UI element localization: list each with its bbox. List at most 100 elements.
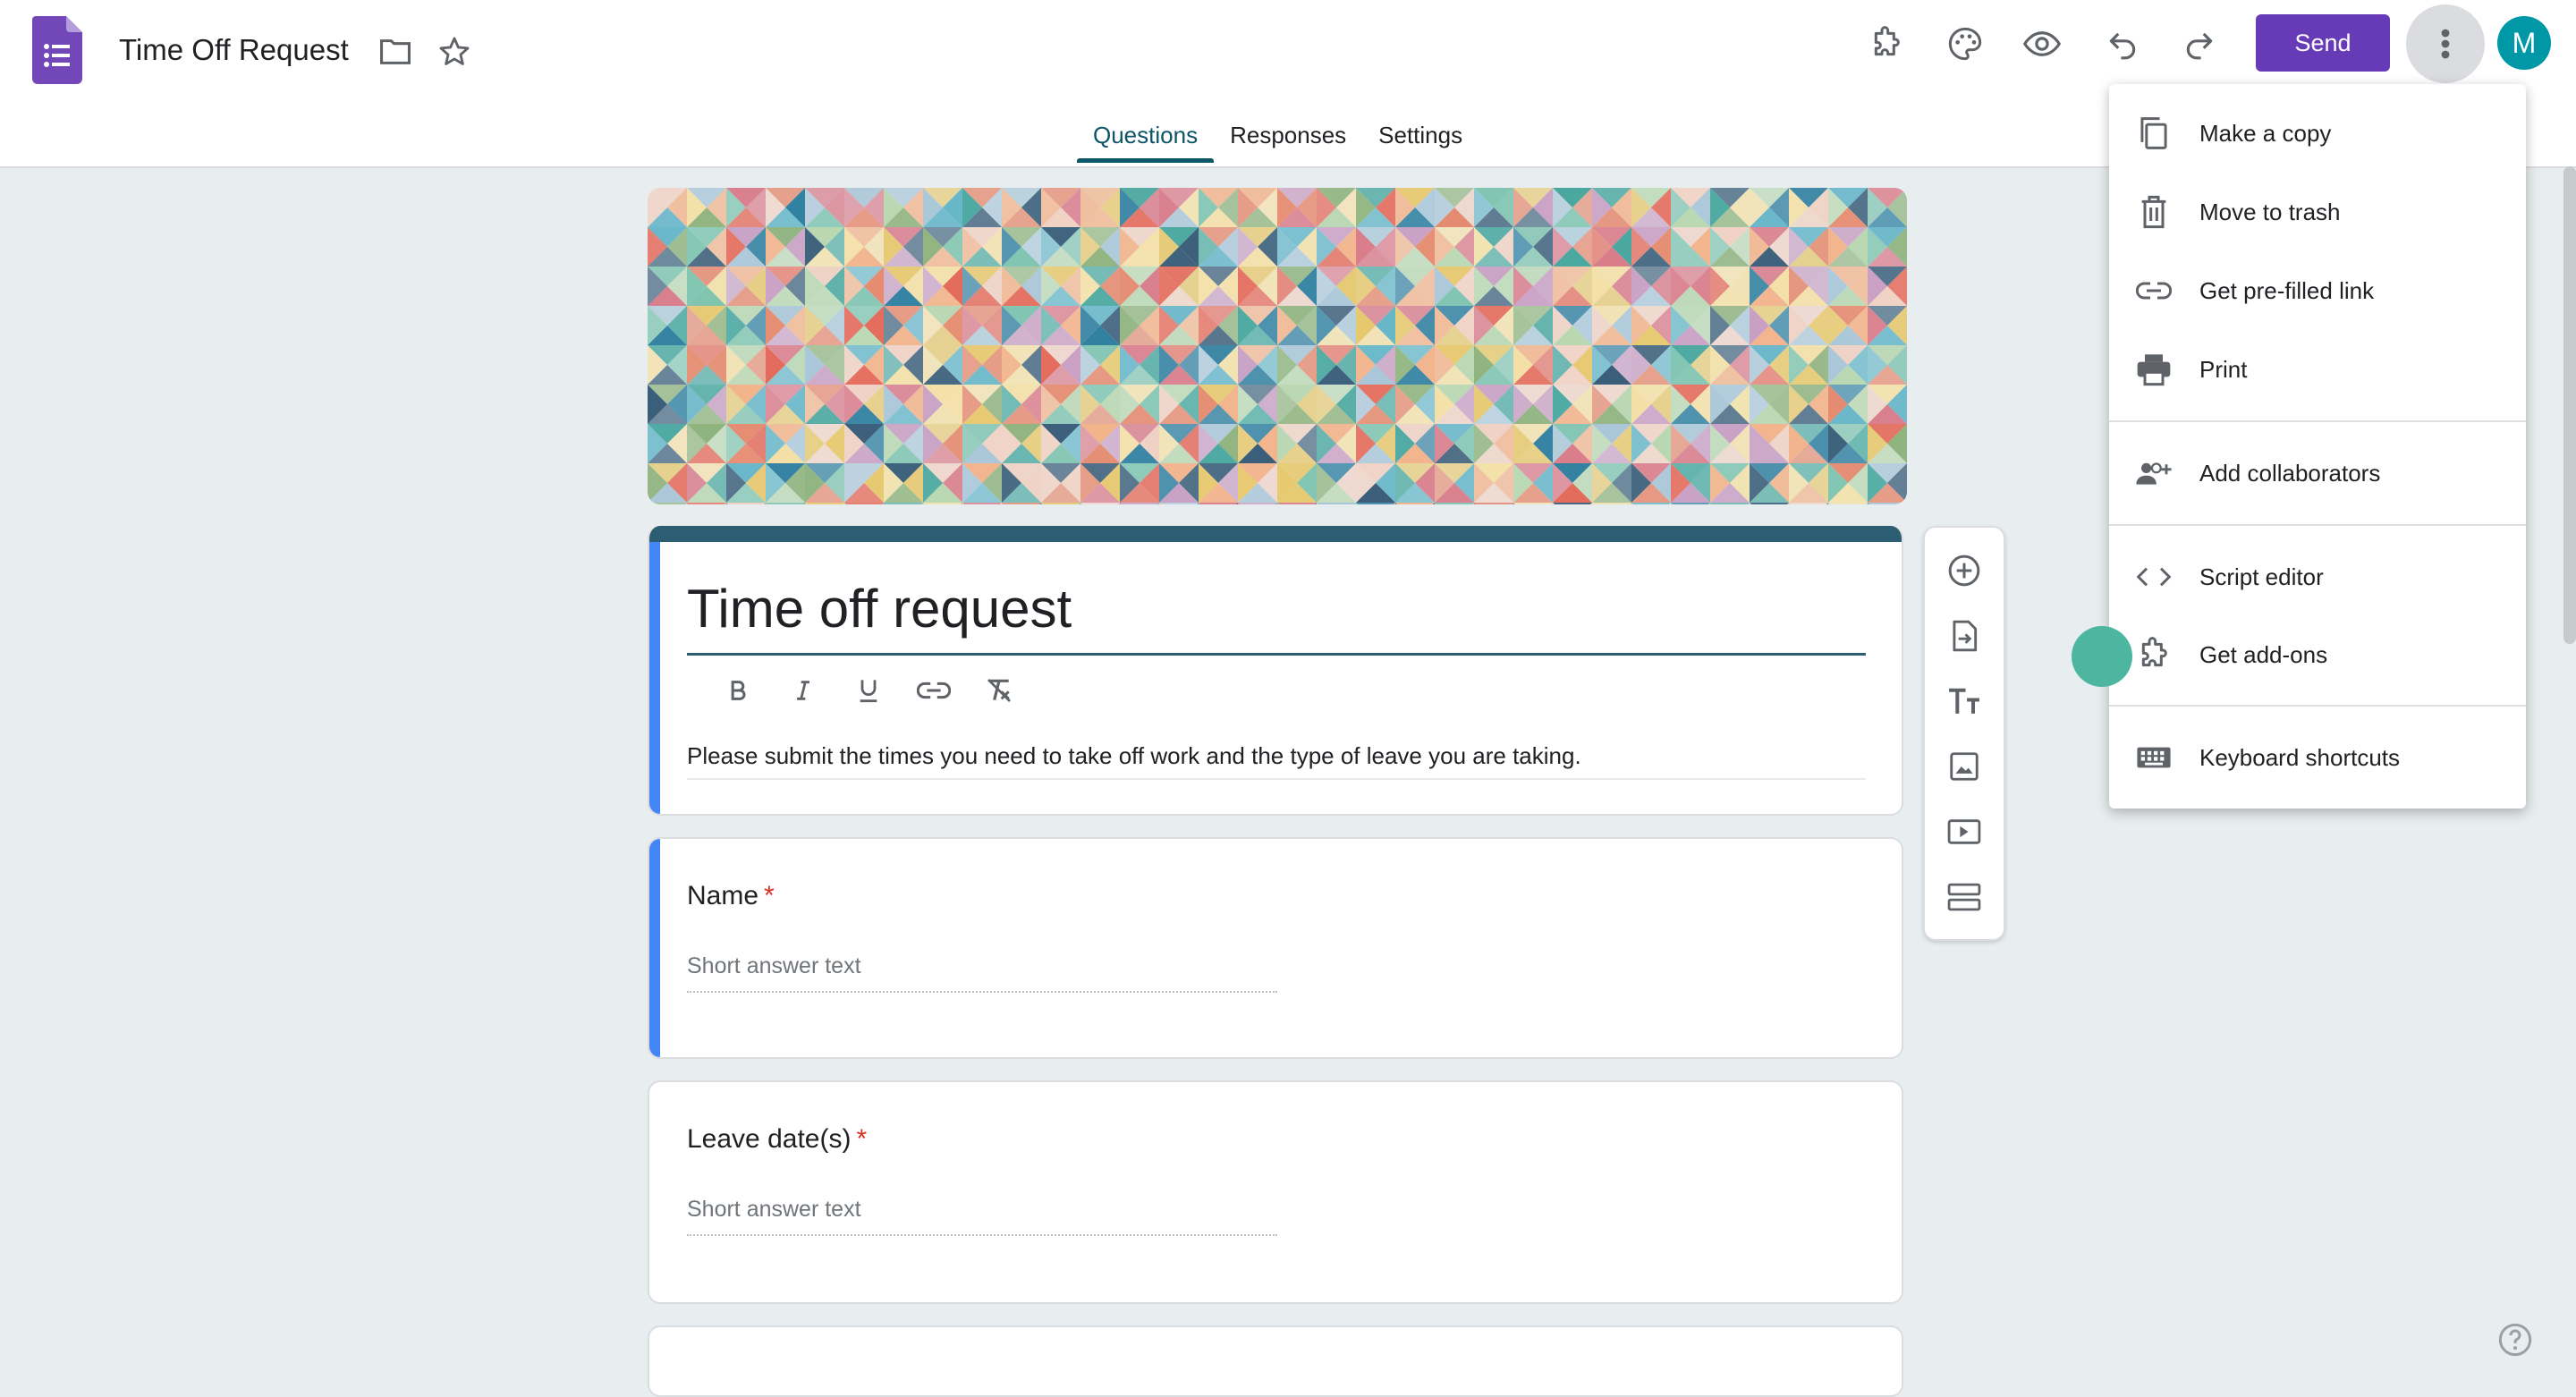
banner-tile bbox=[648, 503, 687, 504]
menu-item-label: Keyboard shortcuts bbox=[2199, 743, 2401, 771]
menu-item-move-to-trash[interactable]: Move to trash bbox=[2109, 181, 2526, 243]
bold-icon[interactable] bbox=[705, 669, 770, 712]
banner-tile bbox=[1474, 503, 1513, 504]
banner-tile bbox=[962, 503, 1002, 504]
send-button[interactable]: Send bbox=[2256, 14, 2390, 72]
banner-tile bbox=[1828, 503, 1868, 504]
banner-tile bbox=[1435, 503, 1474, 504]
clear-format-icon[interactable] bbox=[966, 669, 1031, 712]
italic-icon[interactable] bbox=[770, 669, 835, 712]
link-icon[interactable] bbox=[901, 669, 966, 712]
add-video-icon[interactable] bbox=[1937, 805, 1991, 859]
floating-question-toolbar bbox=[1923, 526, 2005, 941]
question-card-leave-dates[interactable]: Leave date(s) * Short answer text bbox=[648, 1080, 1903, 1304]
menu-item-make-copy[interactable]: Make a copy bbox=[2109, 102, 2526, 165]
forms-logo-icon[interactable] bbox=[32, 16, 82, 84]
menu-item-keyboard-shortcuts[interactable]: Keyboard shortcuts bbox=[2109, 726, 2526, 789]
menu-item-script-editor[interactable]: Script editor bbox=[2109, 546, 2526, 608]
banner-tile bbox=[1789, 503, 1828, 504]
formatting-toolbar bbox=[705, 669, 1031, 712]
active-indicator bbox=[649, 542, 660, 814]
question-card[interactable] bbox=[648, 1325, 1903, 1397]
banner-tile bbox=[1080, 503, 1120, 504]
banner-tile bbox=[1277, 503, 1317, 504]
addons-puzzle-icon bbox=[2134, 635, 2174, 674]
click-indicator bbox=[2072, 626, 2132, 687]
star-icon[interactable] bbox=[435, 32, 474, 72]
menu-item-label: Get pre-filled link bbox=[2199, 276, 2375, 304]
banner-tile bbox=[687, 503, 726, 504]
more-vert-icon bbox=[2441, 29, 2450, 59]
description-underline bbox=[687, 778, 1866, 780]
banner-tile bbox=[1750, 503, 1789, 504]
banner-tile bbox=[726, 503, 766, 504]
form-description[interactable]: Please submit the times you need to take… bbox=[687, 741, 1581, 771]
form-title[interactable]: Time off request bbox=[687, 576, 1072, 642]
question-label: Name * bbox=[687, 878, 775, 914]
form-title-card[interactable]: Time off request Please submit the times… bbox=[648, 526, 1903, 816]
title-underline bbox=[687, 653, 1866, 656]
preview-eye-icon[interactable] bbox=[2021, 23, 2063, 64]
banner-tile bbox=[1592, 503, 1631, 504]
menu-item-label: Move to trash bbox=[2199, 198, 2341, 225]
add-question-icon[interactable] bbox=[1937, 544, 1991, 597]
banner-tile bbox=[884, 503, 923, 504]
menu-item-label: Print bbox=[2199, 355, 2248, 383]
banner-tile bbox=[844, 503, 884, 504]
banner-tile bbox=[1317, 503, 1356, 504]
banner-tile bbox=[805, 503, 844, 504]
menu-item-add-collaborators[interactable]: Add collaborators bbox=[2109, 442, 2526, 504]
page-scrollbar[interactable] bbox=[2563, 166, 2576, 644]
banner-tile bbox=[1513, 503, 1553, 504]
print-icon bbox=[2134, 350, 2174, 389]
banner-tile bbox=[1710, 503, 1750, 504]
add-title-icon[interactable] bbox=[1937, 674, 1991, 728]
menu-divider bbox=[2109, 524, 2526, 526]
banner-tile bbox=[923, 503, 962, 504]
menu-divider bbox=[2109, 420, 2526, 422]
add-section-icon[interactable] bbox=[1937, 870, 1991, 924]
banner-tile bbox=[1395, 503, 1435, 504]
folder-icon[interactable] bbox=[376, 32, 415, 72]
banner-tile bbox=[1120, 503, 1159, 504]
banner-tile bbox=[1868, 503, 1907, 504]
menu-item-prefilled-link[interactable]: Get pre-filled link bbox=[2109, 259, 2526, 322]
banner-tile bbox=[1002, 503, 1041, 504]
keyboard-icon bbox=[2134, 738, 2174, 777]
undo-icon[interactable] bbox=[2102, 23, 2143, 64]
tab-responses[interactable]: Responses bbox=[1214, 116, 1362, 161]
banner-tile bbox=[1238, 503, 1277, 504]
banner-tile bbox=[1356, 503, 1395, 504]
add-image-icon[interactable] bbox=[1937, 740, 1991, 793]
menu-item-label: Add collaborators bbox=[2199, 459, 2381, 487]
required-asterisk: * bbox=[764, 881, 775, 910]
menu-item-get-addons[interactable]: Get add-ons bbox=[2109, 623, 2526, 686]
answer-underline bbox=[687, 1234, 1277, 1236]
theme-color-bar bbox=[649, 526, 1902, 542]
required-asterisk: * bbox=[856, 1124, 868, 1154]
addons-puzzle-icon[interactable] bbox=[1866, 23, 1907, 64]
tab-questions[interactable]: Questions bbox=[1077, 116, 1215, 163]
menu-divider bbox=[2109, 705, 2526, 707]
help-icon[interactable] bbox=[2497, 1322, 2533, 1358]
banner-tile bbox=[1159, 503, 1199, 504]
short-answer-placeholder: Short answer text bbox=[687, 1197, 861, 1222]
question-label: Leave date(s) * bbox=[687, 1122, 867, 1157]
import-questions-icon[interactable] bbox=[1937, 609, 1991, 663]
question-card-name[interactable]: Name * Short answer text bbox=[648, 837, 1903, 1059]
banner-tile bbox=[1199, 503, 1238, 504]
underline-icon[interactable] bbox=[835, 669, 901, 712]
document-title[interactable]: Time Off Request bbox=[119, 32, 349, 68]
banner-tile bbox=[1041, 503, 1080, 504]
menu-item-print[interactable]: Print bbox=[2109, 338, 2526, 401]
short-answer-placeholder: Short answer text bbox=[687, 953, 861, 978]
header-image bbox=[648, 188, 1907, 504]
redo-icon[interactable] bbox=[2179, 23, 2220, 64]
tab-settings[interactable]: Settings bbox=[1362, 116, 1479, 161]
banner-tile bbox=[766, 503, 805, 504]
palette-icon[interactable] bbox=[1945, 23, 1986, 64]
more-options-button[interactable] bbox=[2406, 4, 2485, 83]
add-people-icon bbox=[2134, 453, 2174, 493]
copy-icon bbox=[2134, 114, 2174, 153]
account-avatar[interactable]: M bbox=[2497, 16, 2551, 70]
